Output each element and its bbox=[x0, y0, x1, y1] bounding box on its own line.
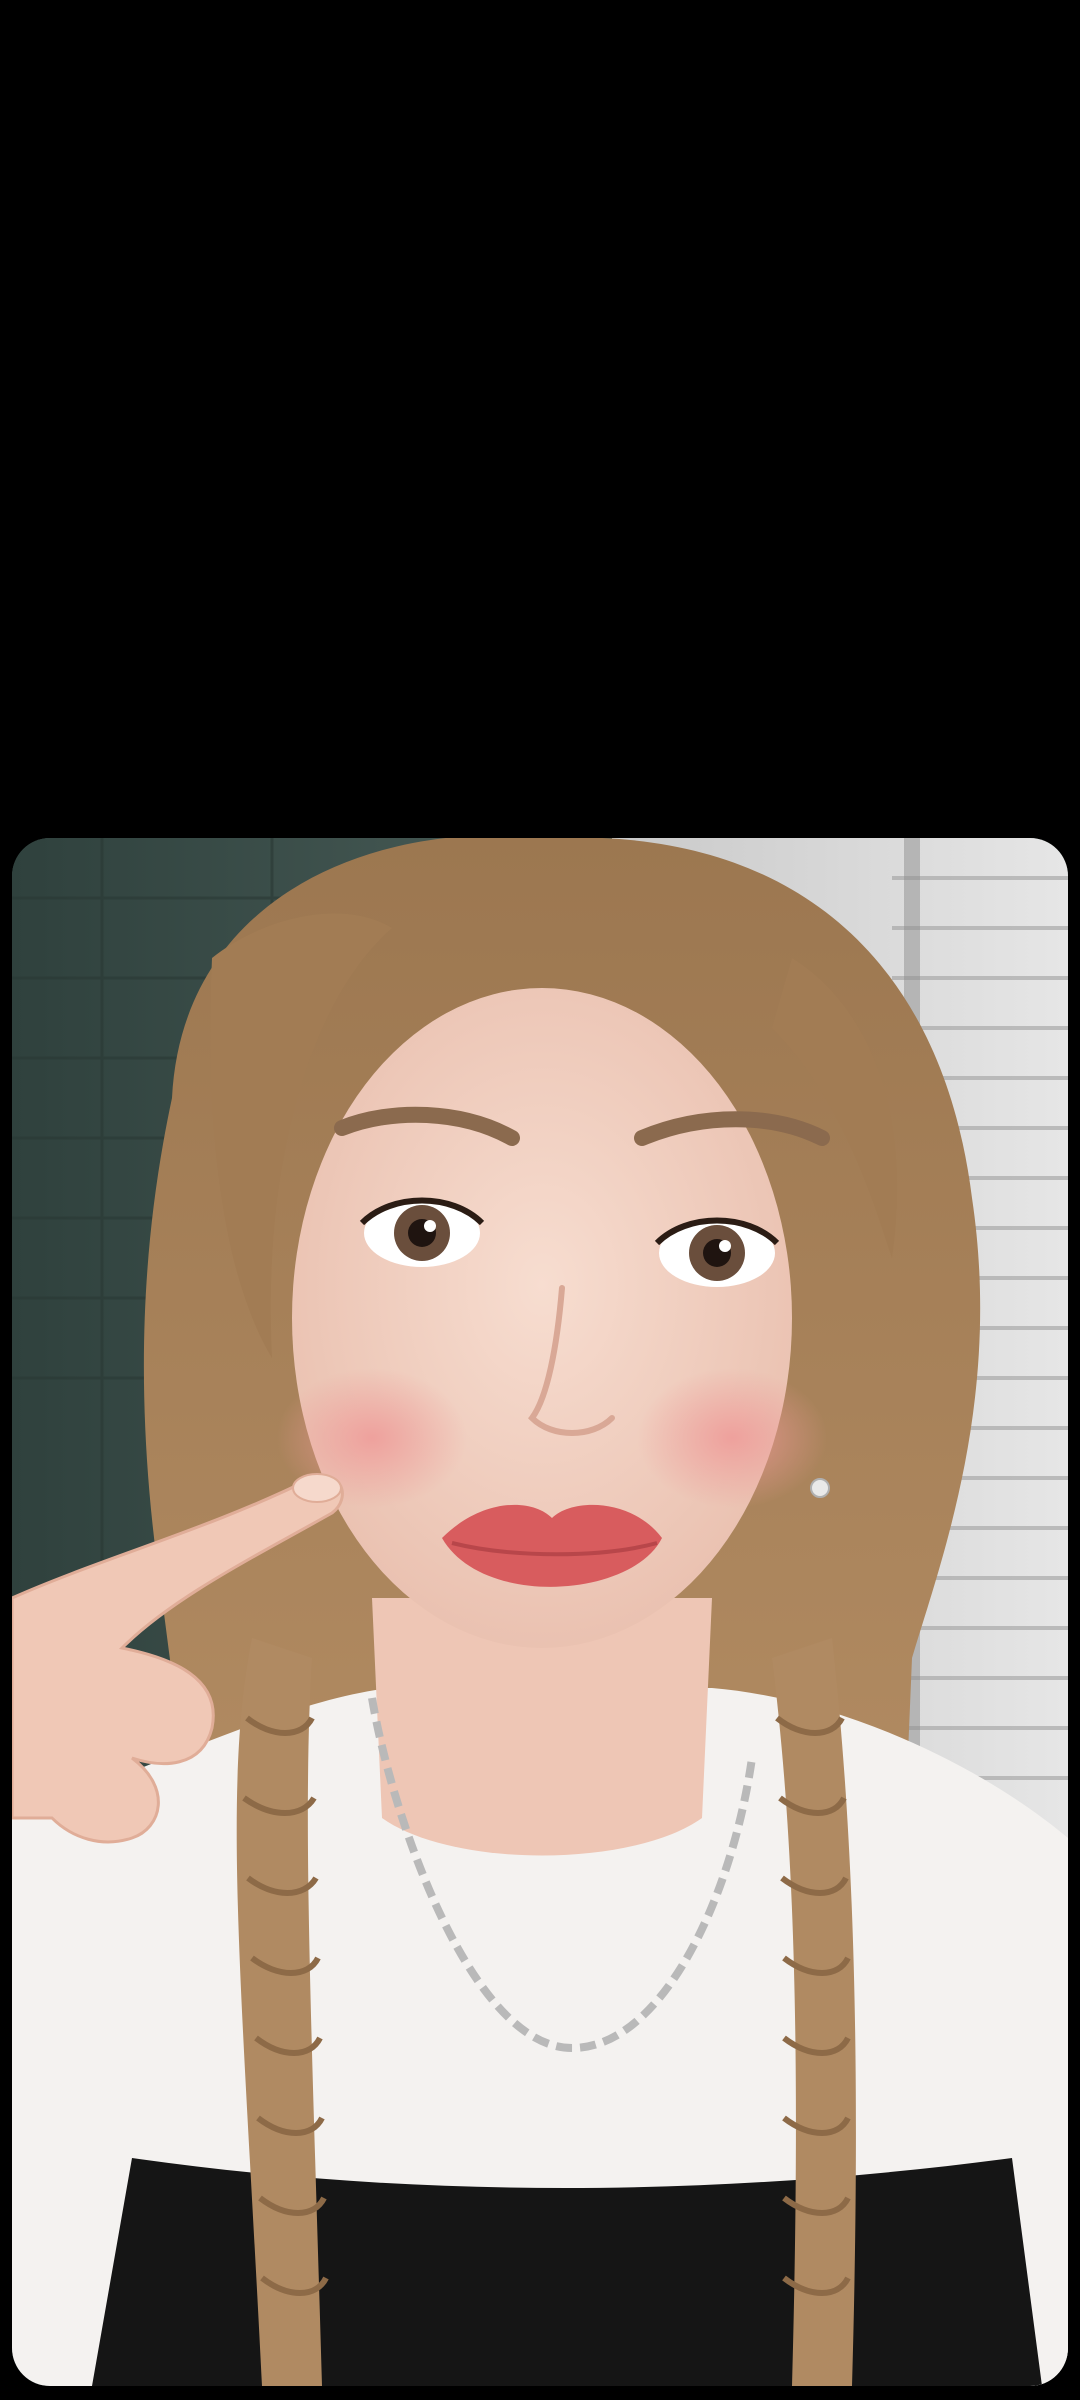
selfie-photo-illustration bbox=[12, 838, 1068, 2386]
dark-top bbox=[92, 2158, 1042, 2386]
earring bbox=[810, 1478, 830, 1498]
photo-viewer bbox=[0, 0, 1080, 2400]
right-cheek-blush bbox=[637, 1368, 827, 1508]
photo-image[interactable] bbox=[12, 838, 1068, 2386]
